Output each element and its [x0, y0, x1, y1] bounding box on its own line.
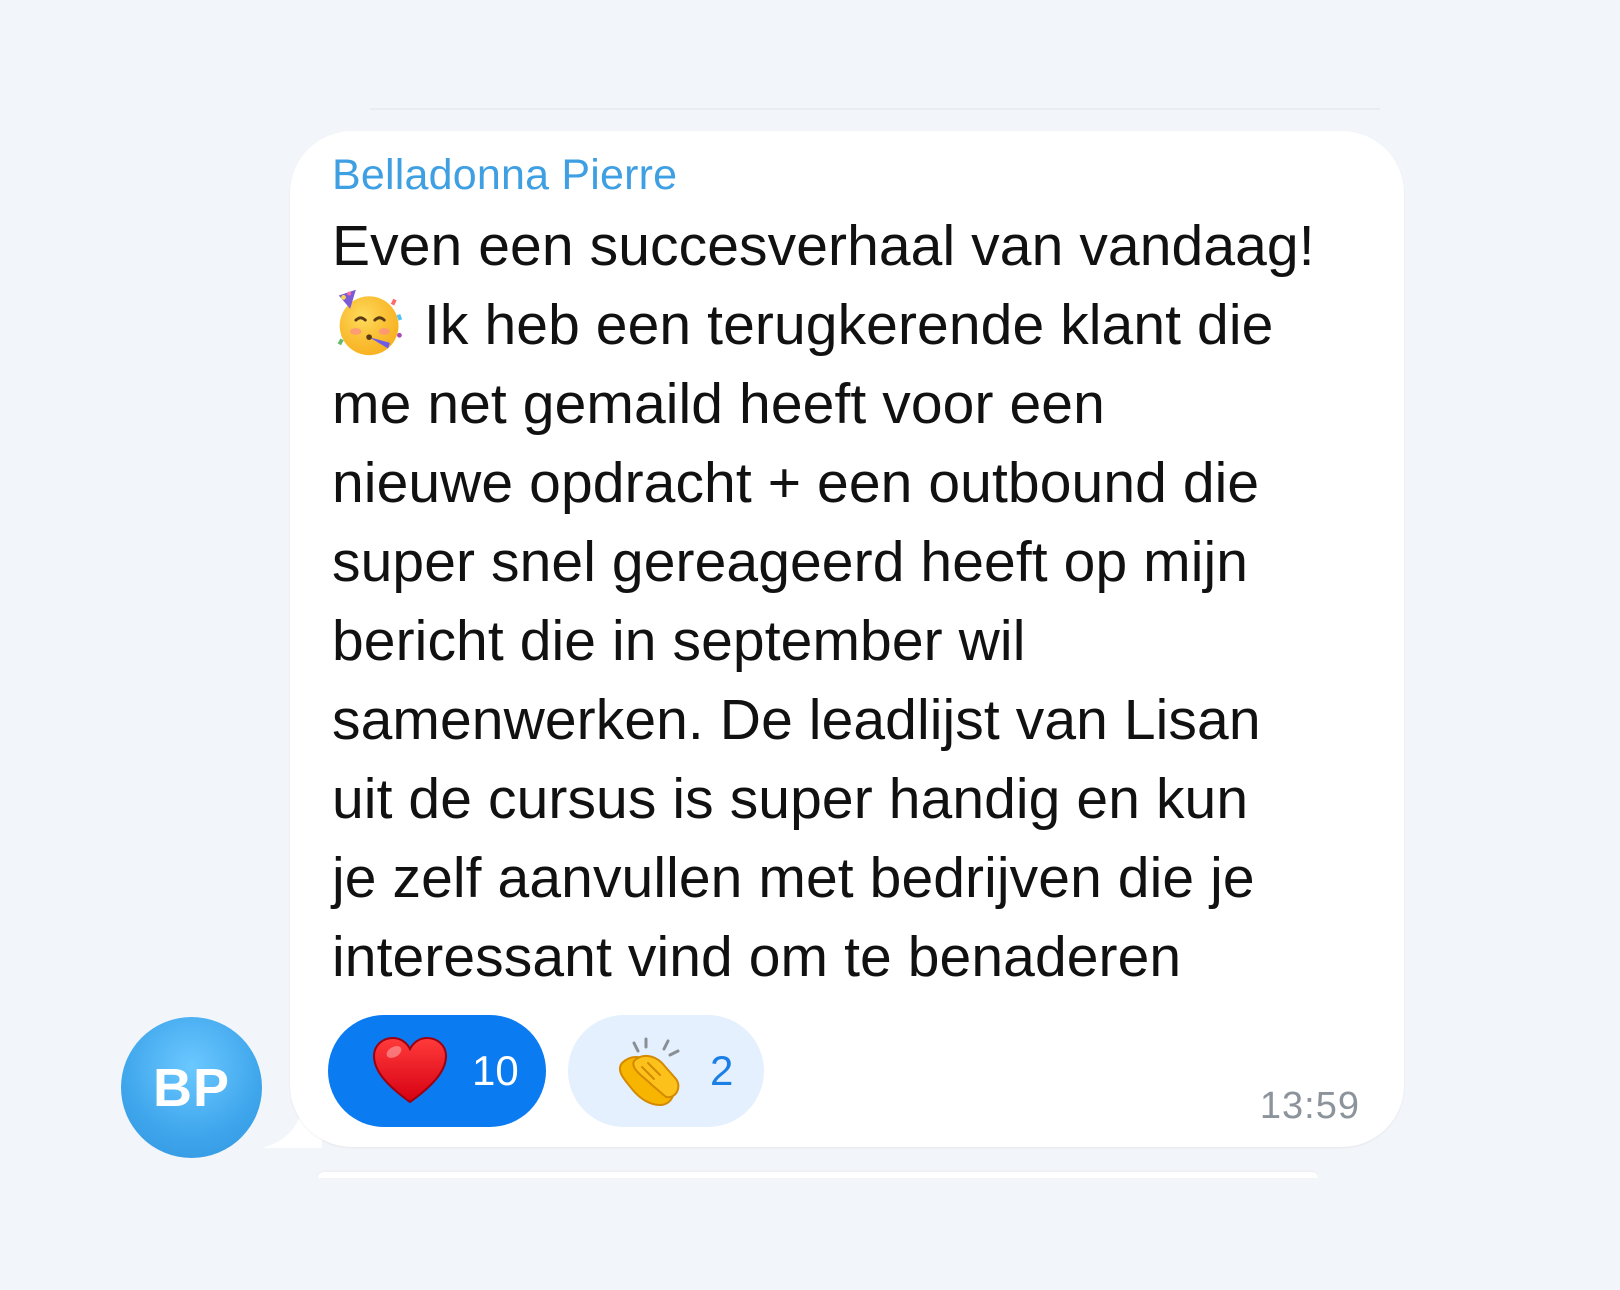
- message-line: uit de cursus is super handig en kun: [332, 767, 1249, 831]
- message-line: bericht die in september wil: [332, 609, 1026, 673]
- reaction-heart-button[interactable]: 10: [328, 1015, 546, 1127]
- message-line: me net gemaild heeft voor een: [332, 372, 1105, 436]
- avatar[interactable]: BP: [121, 1017, 262, 1158]
- message-timestamp: 13:59: [1259, 1085, 1360, 1127]
- message-line: je zelf aanvullen met bedrijven die je: [332, 846, 1255, 910]
- partying-face-icon: [337, 289, 403, 356]
- message-line-with-emoji: Ik heb een terugkerende klant die: [332, 286, 1372, 365]
- clapping-hands-icon: [618, 1037, 680, 1107]
- next-message-edge: [318, 1172, 1318, 1178]
- message-line: samenwerken. De leadlijst van Lisan: [332, 688, 1261, 752]
- reaction-count: 10: [472, 1047, 519, 1094]
- message-line: interessant vind om te benaderen: [332, 925, 1182, 989]
- message-line: super snel gereageerd heeft op mijn: [332, 530, 1249, 594]
- message-line: nieuwe opdracht + een outbound die: [332, 451, 1260, 515]
- previous-message-edge: [370, 108, 1380, 110]
- message-bubble[interactable]: Belladonna Pierre Even een succesverhaal…: [290, 131, 1404, 1147]
- sender-name[interactable]: Belladonna Pierre: [332, 151, 677, 200]
- heart-icon: [372, 1036, 448, 1104]
- avatar-initials: BP: [152, 1057, 230, 1118]
- reaction-clap-button[interactable]: 2: [568, 1015, 764, 1127]
- reaction-count: 2: [710, 1047, 734, 1094]
- message-text: Even een succesverhaal van vandaag! Ik h…: [332, 207, 1372, 997]
- message-line: Ik heb een terugkerende klant die: [424, 293, 1274, 357]
- message-line: Even een succesverhaal van vandaag!: [332, 214, 1315, 278]
